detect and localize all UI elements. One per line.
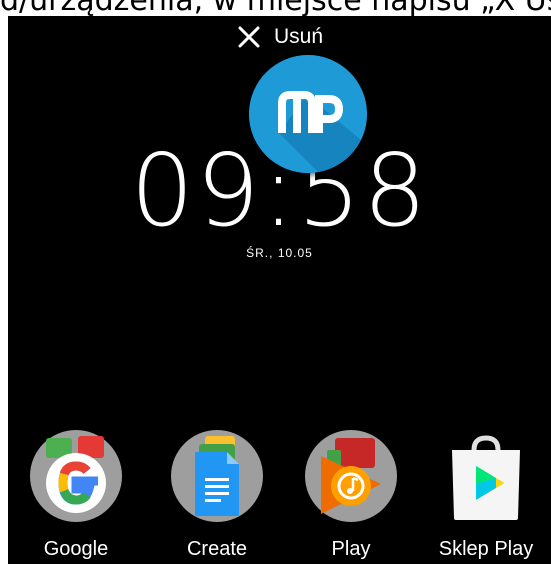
dock-app-play[interactable]: Play: [291, 428, 411, 564]
home-screen: Usuń 09:58 ŚR., 10.05 Google Create Play…: [8, 16, 551, 564]
google-folder-icon: [28, 428, 124, 524]
mp-app-icon: [249, 55, 367, 173]
create-folder-icon: [169, 428, 265, 524]
dock-app-label: Google: [43, 538, 109, 560]
remove-label: Usuń: [274, 25, 324, 48]
clock-date: ŚR., 10.05: [246, 246, 313, 260]
dock-app-play-store[interactable]: Sklep Play: [426, 428, 546, 564]
dragged-app-icon[interactable]: [249, 55, 367, 173]
remove-drop-target[interactable]: Usuń: [236, 20, 323, 54]
instruction-caption: d/urządzenia, w miejsce napisu „X Usuń”: [0, 0, 551, 16]
page: d/urządzenia, w miejsce napisu „X Usuń” …: [0, 0, 551, 564]
dock-app-label: Play: [331, 538, 371, 560]
dock-app-label: Sklep Play: [438, 538, 534, 560]
dock-app-create[interactable]: Create: [157, 428, 277, 564]
play-store-icon: [438, 428, 534, 524]
dock-app-google[interactable]: Google: [16, 428, 136, 564]
dock-app-label: Create: [186, 538, 248, 560]
play-folder-icon: [303, 428, 399, 524]
close-icon: [236, 24, 262, 50]
